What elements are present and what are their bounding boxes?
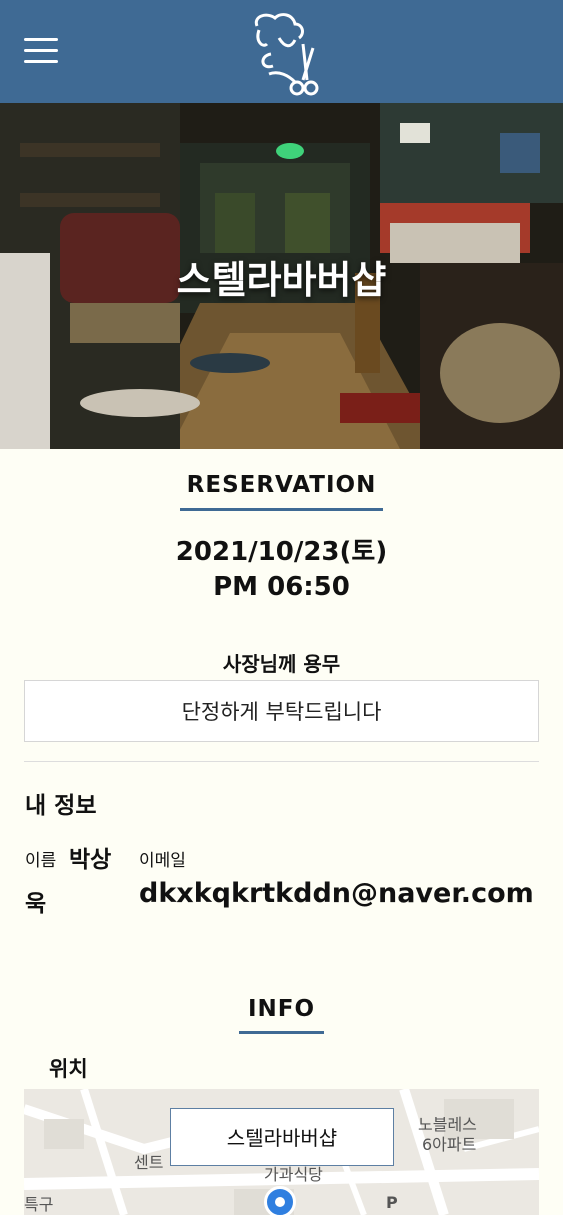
name-value-part1: 박상 xyxy=(69,847,112,873)
barber-logo-icon[interactable] xyxy=(245,8,321,98)
reservation-time: PM 06:50 xyxy=(213,572,350,602)
email-label: 이메일 xyxy=(139,851,186,871)
name-value-part2: 욱 xyxy=(25,891,47,917)
hero-banner: 스텔라바버샵 xyxy=(0,103,563,449)
info-section-title: INFO xyxy=(247,996,316,1022)
email-value: dkxkqkrtkddn@naver.com xyxy=(139,878,534,909)
request-text-box: 단정하게 부탁드립니다 xyxy=(24,680,539,742)
name-label: 이름 xyxy=(25,851,57,871)
location-pin-icon[interactable] xyxy=(264,1186,296,1215)
map-label: P xyxy=(386,1193,398,1212)
map-label: 센트 xyxy=(134,1153,164,1172)
map-popup-shop-name[interactable]: 스텔라바버샵 xyxy=(170,1108,394,1166)
map-label: 특구 xyxy=(24,1195,54,1214)
reservation-title-underline xyxy=(180,508,383,511)
info-title-underline xyxy=(239,1031,324,1034)
hamburger-menu-icon[interactable] xyxy=(24,38,58,64)
map-label: 6아파트 xyxy=(422,1135,477,1154)
top-header xyxy=(0,0,563,103)
reservation-section-title: RESERVATION xyxy=(186,472,377,498)
my-info-title: 내 정보 xyxy=(25,793,97,819)
location-label: 위치 xyxy=(49,1057,88,1081)
shop-name-title: 스텔라바버샵 xyxy=(176,258,387,302)
request-label: 사장님께 용무 xyxy=(222,652,341,676)
location-map[interactable]: 노블레스 6아파트 센트 가과식당 특구 P 스텔라바버샵 xyxy=(24,1089,539,1215)
section-divider xyxy=(24,761,539,762)
reservation-date: 2021/10/23(토) xyxy=(175,537,388,567)
